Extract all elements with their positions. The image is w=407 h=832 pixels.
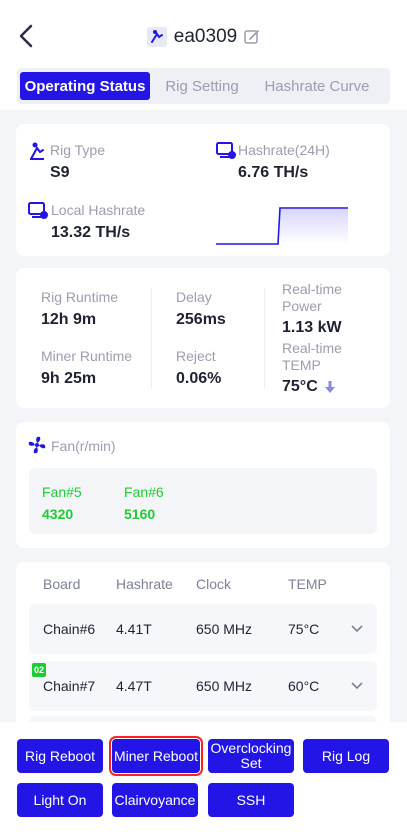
overclocking-set-button[interactable]: Overclocking Set bbox=[208, 739, 294, 773]
temp-value: 75°C bbox=[282, 378, 318, 395]
rig-runtime-label: Rig Runtime bbox=[41, 289, 119, 305]
temp-label-line1: Real-time bbox=[282, 340, 342, 356]
rig-type-label: Rig Type bbox=[50, 142, 105, 158]
miner-runtime-value: 9h 25m bbox=[41, 370, 97, 387]
overclocking-label-line1: Overclocking bbox=[210, 740, 292, 756]
table-row[interactable]: Chain#7 4.47T 650 MHz 60°C bbox=[29, 661, 377, 711]
hashrate-24h-value: 6.76 TH/s bbox=[238, 164, 309, 181]
board-badge: 02 bbox=[32, 663, 46, 677]
miner-reboot-button[interactable]: Miner Reboot bbox=[109, 736, 203, 776]
board-hashrate: 4.41T bbox=[116, 621, 152, 637]
divider bbox=[151, 288, 152, 388]
light-on-button[interactable]: Light On bbox=[17, 783, 103, 817]
column-header-clock: Clock bbox=[196, 576, 232, 592]
miner-icon bbox=[146, 27, 167, 47]
fan-6-label: Fan#6 bbox=[124, 484, 164, 500]
temp-down-arrow-icon bbox=[325, 381, 335, 393]
column-header-hashrate: Hashrate bbox=[116, 576, 173, 592]
overview-card: Rig Type S9 Hashrate(24H) 6.76 TH/s Loca… bbox=[16, 124, 390, 256]
overclocking-label-line2: Set bbox=[240, 755, 262, 771]
board-temp: 60°C bbox=[288, 678, 320, 694]
board-hashrate: 4.47T bbox=[116, 678, 152, 694]
tab-operating-status[interactable]: Operating Status bbox=[20, 72, 150, 100]
miner-runtime-label: Miner Runtime bbox=[41, 348, 133, 364]
fan-title: Fan(r/min) bbox=[51, 438, 116, 454]
fan-icon bbox=[28, 436, 46, 454]
board-temp: 75°C bbox=[288, 621, 320, 637]
miner-reboot-label: Miner Reboot bbox=[113, 747, 199, 764]
local-hashrate-icon bbox=[28, 202, 48, 219]
tab-hashrate-curve[interactable]: Hashrate Curve bbox=[254, 72, 380, 100]
action-bar: Rig Reboot Miner Reboot Overclocking Set… bbox=[0, 722, 407, 832]
tab-group: Operating Status Rig Setting Hashrate Cu… bbox=[17, 68, 390, 104]
fan-6-value: 5160 bbox=[124, 506, 156, 522]
app-header: ea0309 bbox=[0, 0, 407, 62]
tab-rig-setting[interactable]: Rig Setting bbox=[156, 72, 248, 100]
fan-5-value: 4320 bbox=[42, 506, 74, 522]
reject-value: 0.06% bbox=[176, 370, 222, 387]
divider bbox=[264, 288, 265, 388]
chevron-down-icon[interactable] bbox=[351, 682, 363, 690]
board-clock: 650 MHz bbox=[196, 621, 253, 637]
local-hashrate-label: Local Hashrate bbox=[51, 202, 146, 218]
power-value: 1.13 kW bbox=[282, 319, 342, 336]
rig-runtime-value: 12h 9m bbox=[41, 311, 97, 328]
clairvoyance-button[interactable]: Clairvoyance bbox=[112, 783, 198, 817]
rig-type-value: S9 bbox=[50, 164, 70, 181]
boards-card: Board Hashrate Clock TEMP 01 Chain#6 4.4… bbox=[16, 562, 390, 732]
delay-label: Delay bbox=[176, 289, 212, 305]
tabs-bar: Operating Status Rig Setting Hashrate Cu… bbox=[0, 62, 407, 110]
hashrate-monitor-icon bbox=[216, 142, 236, 159]
table-row[interactable]: Chain#6 4.41T 650 MHz 75°C bbox=[29, 604, 377, 654]
board-name: Chain#7 bbox=[43, 678, 96, 694]
rig-name-title: ea0309 bbox=[173, 26, 238, 47]
stats-card: Rig Runtime 12h 9m Miner Runtime 9h 25m … bbox=[16, 268, 390, 408]
power-label-line2: Power bbox=[282, 298, 322, 314]
edit-icon[interactable] bbox=[243, 28, 261, 46]
board-clock: 650 MHz bbox=[196, 678, 253, 694]
reject-label: Reject bbox=[176, 348, 216, 364]
delay-value: 256ms bbox=[176, 311, 226, 328]
ssh-button[interactable]: SSH bbox=[208, 783, 294, 817]
fan-5-label: Fan#5 bbox=[42, 484, 82, 500]
fan-list: Fan#5 4320 Fan#6 5160 bbox=[29, 468, 377, 534]
local-hashrate-value: 13.32 TH/s bbox=[51, 224, 131, 241]
column-header-board: Board bbox=[43, 576, 81, 592]
hashrate-24h-label: Hashrate(24H) bbox=[238, 142, 330, 158]
fan-card: Fan(r/min) Fan#5 4320 Fan#6 5160 bbox=[16, 422, 390, 548]
hashrate-sparkline bbox=[216, 207, 348, 245]
column-header-temp: TEMP bbox=[288, 576, 327, 592]
rig-reboot-button[interactable]: Rig Reboot bbox=[17, 739, 103, 773]
rig-type-icon bbox=[30, 142, 44, 160]
rig-log-button[interactable]: Rig Log bbox=[303, 739, 389, 773]
board-name: Chain#6 bbox=[43, 621, 96, 637]
temp-label-line2: TEMP bbox=[282, 357, 321, 373]
power-label-line1: Real-time bbox=[282, 281, 342, 297]
chevron-down-icon[interactable] bbox=[351, 625, 363, 633]
